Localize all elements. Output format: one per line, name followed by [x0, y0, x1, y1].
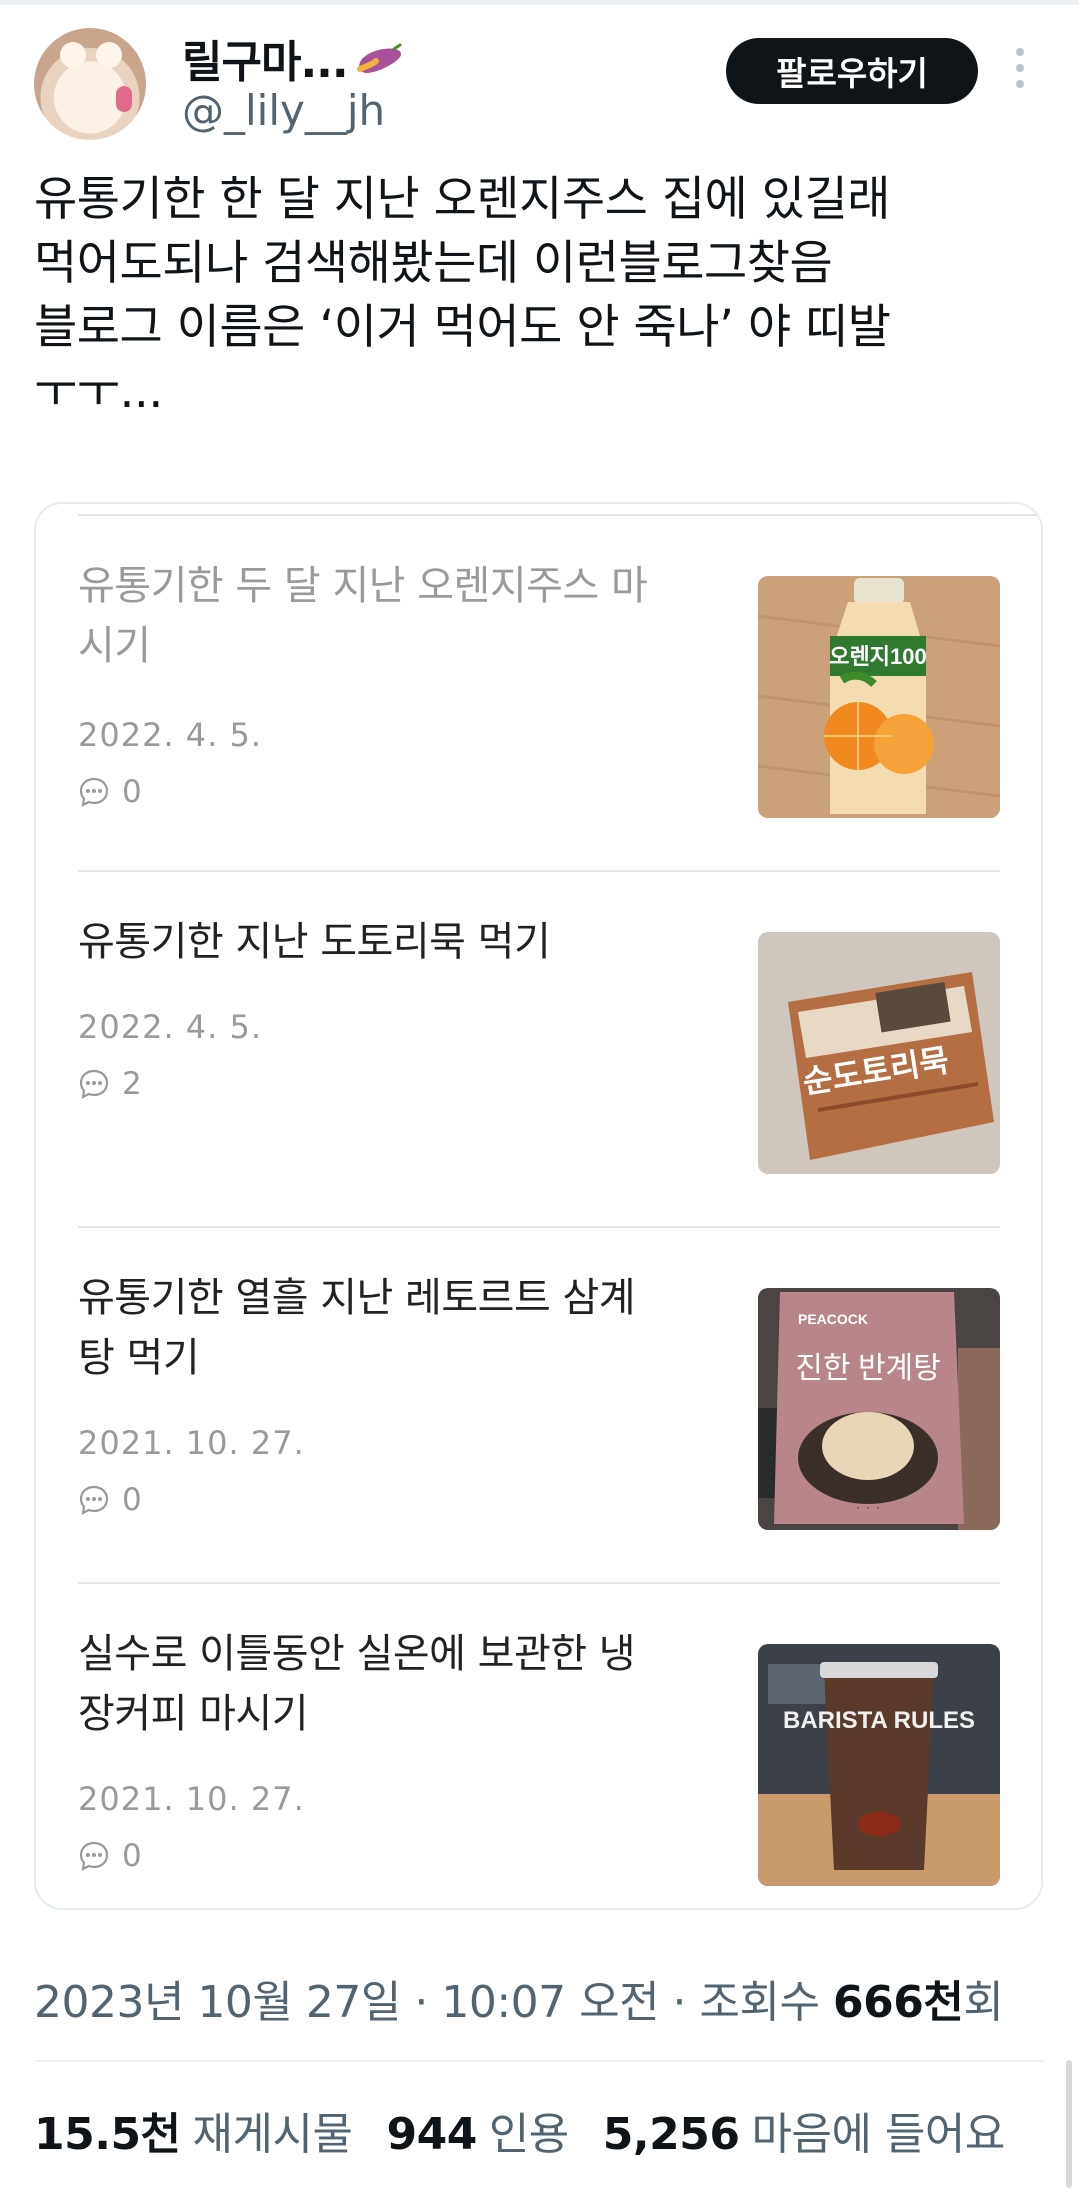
- comment-count: 0: [122, 1838, 142, 1874]
- blog-post-item[interactable]: 유통기한 열흘 지난 레토르트 삼계 탕 먹기 2021. 10. 27. 0 …: [78, 1228, 1000, 1584]
- view-suffix: 회: [963, 1977, 1004, 2028]
- likes-label: 마음에 들어요: [751, 2109, 1005, 2160]
- top-divider: [0, 0, 1079, 5]
- quotes-stat[interactable]: 944 인용: [386, 2098, 569, 2162]
- comment-count: 0: [122, 774, 142, 810]
- blog-post-date: 2021. 10. 27.: [78, 1424, 305, 1462]
- blog-post-date: 2022. 4. 5.: [78, 1008, 263, 1046]
- blog-post-item[interactable]: 실수로 이틀동안 실온에 보관한 냉 장커피 마시기 2021. 10. 27.…: [78, 1584, 1000, 1908]
- blog-post-date: 2021. 10. 27.: [78, 1780, 305, 1818]
- blog-post-comments: 0: [78, 1482, 142, 1518]
- scrollbar[interactable]: [1066, 2060, 1072, 2188]
- view-count: 666천: [832, 1977, 964, 2028]
- thumb-label: BARISTA RULES: [783, 1707, 975, 1734]
- avatar[interactable]: [34, 28, 146, 140]
- comment-icon: [79, 777, 109, 807]
- blog-post-comments: 0: [78, 774, 142, 810]
- comment-icon: [79, 1069, 109, 1099]
- likes-stat[interactable]: 5,256 마음에 들어요: [602, 2098, 1006, 2162]
- post-thumbnail[interactable]: 순도토리묵: [758, 932, 1000, 1174]
- blog-post-date: 2022. 4. 5.: [78, 716, 263, 754]
- follow-button[interactable]: 팔로우하기: [726, 38, 978, 104]
- bear-tongue: [116, 86, 132, 112]
- user-handle[interactable]: @_lily__jh: [182, 86, 385, 135]
- blog-post-comments: 0: [78, 1838, 142, 1874]
- thumb-label: 오렌지100: [829, 644, 926, 669]
- blog-post-title[interactable]: 유통기한 두 달 지난 오렌지주스 마 시기: [78, 556, 708, 676]
- comment-count: 2: [122, 1066, 142, 1102]
- blog-post-title[interactable]: 유통기한 열흘 지난 레토르트 삼계 탕 먹기: [78, 1268, 708, 1388]
- bear-ear: [96, 42, 122, 68]
- comment-icon: [79, 1841, 109, 1871]
- tweet-text: 유통기한 한 달 지난 오렌지주스 집에 있길래 먹어도되나 검색해봤는데 이런…: [34, 172, 891, 419]
- tweet-timestamp[interactable]: 2023년 10월 27일 · 10:07 오전 · 조회수 666천회: [34, 1966, 1004, 2030]
- comment-icon: [79, 1485, 109, 1515]
- blog-post-item[interactable]: 유통기한 두 달 지난 오렌지주스 마 시기 2022. 4. 5. 0 오렌지…: [78, 516, 1000, 872]
- post-thumbnail[interactable]: 오렌지100: [758, 576, 1000, 818]
- engagement-stats: 15.5천 재게시물 944 인용 5,256 마음에 들어요: [34, 2098, 1005, 2162]
- post-thumbnail[interactable]: BARISTA RULES: [758, 1644, 1000, 1886]
- bear-ear: [60, 42, 86, 68]
- more-vertical-icon[interactable]: [1010, 48, 1030, 96]
- blog-post-comments: 2: [78, 1066, 142, 1102]
- blog-post-title[interactable]: 실수로 이틀동안 실온에 보관한 냉 장커피 마시기: [78, 1624, 708, 1744]
- attached-image-card[interactable]: 유통기한 두 달 지난 오렌지주스 마 시기 2022. 4. 5. 0 오렌지…: [34, 502, 1043, 1910]
- blog-post-item[interactable]: 유통기한 지난 도토리묵 먹기 2022. 4. 5. 2 순도토리묵: [78, 872, 1000, 1228]
- timestamp-text[interactable]: 2023년 10월 27일 · 10:07 오전 · 조회수: [34, 1977, 820, 2028]
- quotes-label: 인용: [488, 2109, 569, 2160]
- post-thumbnail[interactable]: PEACOCK 진한 반계탕 · · ·: [758, 1288, 1000, 1530]
- quotes-count: 944: [386, 2109, 477, 2160]
- retweets-label: 재게시물: [192, 2109, 353, 2160]
- retweets-count: 15.5천: [34, 2109, 181, 2160]
- blog-post-title[interactable]: 유통기한 지난 도토리묵 먹기: [78, 912, 708, 972]
- svg-text:· · ·: · · ·: [856, 1499, 881, 1516]
- comment-count: 0: [122, 1482, 142, 1518]
- thumb-brand: PEACOCK: [798, 1311, 868, 1327]
- thumb-label: 진한 반계탕: [795, 1352, 941, 1385]
- footer-divider: [34, 2060, 1044, 2062]
- display-name[interactable]: 릴구마...: [182, 26, 349, 90]
- name-row[interactable]: 릴구마...: [182, 26, 406, 90]
- sweet-potato-icon: [354, 43, 406, 73]
- retweets-stat[interactable]: 15.5천 재게시물: [34, 2098, 353, 2162]
- likes-count: 5,256: [602, 2109, 740, 2160]
